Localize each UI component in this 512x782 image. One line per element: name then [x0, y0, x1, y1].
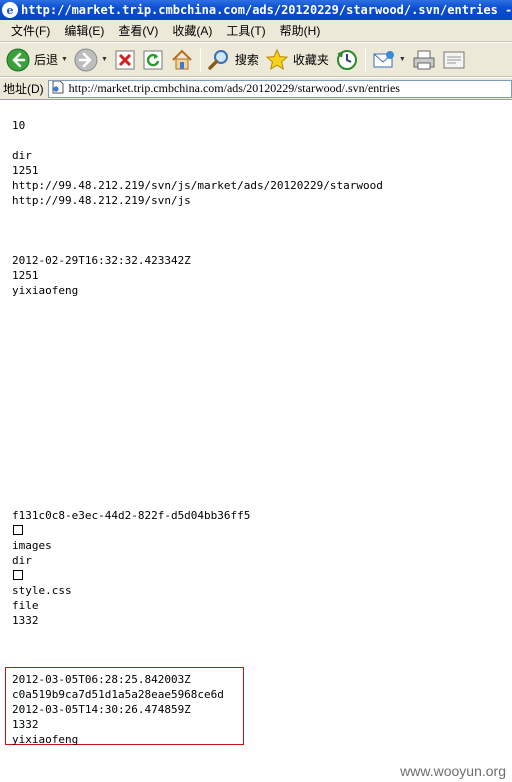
control-char-box-icon	[13, 525, 23, 535]
back-button[interactable]: 后退 ▼	[3, 46, 71, 74]
entry-line: dir	[12, 149, 32, 162]
address-bar: 地址(D) http://market.trip.cmbchina.com/ad…	[0, 78, 512, 100]
forward-button[interactable]: ▼	[71, 46, 111, 74]
favorites-button[interactable]: 收藏夹	[262, 46, 332, 74]
entry-line: 1251	[12, 269, 39, 282]
edit-button[interactable]	[439, 46, 469, 74]
home-icon	[170, 48, 194, 72]
stop-button[interactable]	[111, 46, 139, 74]
entry-line: 2012-02-29T16:32:32.423342Z	[12, 254, 191, 267]
menu-edit[interactable]: 编辑(E)	[57, 22, 111, 39]
refresh-icon	[142, 49, 164, 71]
forward-dropdown-icon[interactable]: ▼	[101, 56, 108, 63]
address-url: http://market.trip.cmbchina.com/ads/2012…	[68, 81, 400, 95]
edit-icon	[442, 48, 466, 72]
address-label: 地址(D)	[3, 82, 44, 96]
history-button[interactable]	[332, 46, 362, 74]
back-dropdown-icon[interactable]: ▼	[61, 56, 68, 63]
entry-line: yixiaofeng	[12, 284, 79, 297]
mail-dropdown-icon[interactable]: ▼	[399, 56, 406, 63]
entry-line: 1332	[12, 614, 39, 627]
stop-icon	[114, 49, 136, 71]
entry-line: http://99.48.212.219/svn/js	[12, 194, 191, 207]
entry-line: 2012-03-05T06:28:25.842003Z	[12, 673, 191, 686]
back-arrow-icon	[6, 48, 30, 72]
print-icon	[412, 48, 436, 72]
entry-line: dir	[12, 554, 32, 567]
page-icon	[51, 80, 65, 97]
entry-line: f131c0c8-e3ec-44d2-822f-d5d04bb36ff5	[12, 509, 251, 522]
back-label: 后退	[34, 53, 59, 67]
address-input[interactable]: http://market.trip.cmbchina.com/ads/2012…	[47, 79, 512, 98]
search-icon	[207, 48, 231, 72]
menu-file[interactable]: 文件(F)	[4, 22, 57, 39]
search-label: 搜索	[234, 53, 259, 67]
toolbar-separator	[199, 47, 201, 72]
print-button[interactable]	[409, 46, 439, 74]
toolbar-separator	[364, 47, 366, 72]
menu-help[interactable]: 帮助(H)	[273, 22, 328, 39]
menu-tools[interactable]: 工具(T)	[219, 22, 272, 39]
home-button[interactable]	[167, 46, 197, 74]
menu-favorites[interactable]: 收藏(A)	[165, 22, 219, 39]
page-content: 10 dir 1251 http://99.48.212.219/svn/js/…	[0, 101, 512, 782]
entry-line: 1332	[12, 718, 39, 731]
star-icon	[265, 48, 289, 72]
control-char-box-icon	[13, 570, 23, 580]
favorites-label: 收藏夹	[292, 53, 329, 67]
mail-button[interactable]: ▼	[369, 46, 409, 74]
mail-icon	[372, 48, 396, 72]
ie-logo-icon: e	[2, 2, 18, 18]
title-bar[interactable]: e http://market.trip.cmbchina.com/ads/20…	[0, 0, 512, 20]
search-button[interactable]: 搜索	[204, 46, 262, 74]
entry-line: c0a519b9ca7d51d1a5a28eae5968ce6d	[12, 688, 224, 701]
forward-arrow-icon	[74, 48, 98, 72]
history-icon	[335, 48, 359, 72]
svg-text:e: e	[7, 4, 14, 16]
menu-view[interactable]: 查看(V)	[111, 22, 165, 39]
entry-line: style.css	[12, 584, 72, 597]
entry-line: http://99.48.212.219/svn/js/market/ads/2…	[12, 179, 383, 192]
entry-line: yixiaofeng	[12, 733, 79, 746]
refresh-button[interactable]	[139, 46, 167, 74]
window-title: http://market.trip.cmbchina.com/ads/2012…	[21, 3, 512, 17]
entry-line: file	[12, 599, 39, 612]
entry-line: 2012-03-05T14:30:26.474859Z	[12, 703, 191, 716]
entry-line: 10	[12, 119, 26, 132]
toolbar: 后退 ▼ ▼ 搜索 收藏夹 ▼	[0, 43, 512, 77]
entry-line: 1251	[12, 164, 39, 177]
entry-line: images	[12, 539, 52, 552]
menu-bar: 文件(F) 编辑(E) 查看(V) 收藏(A) 工具(T) 帮助(H)	[0, 20, 512, 42]
watermark: www.wooyun.org	[400, 763, 506, 779]
